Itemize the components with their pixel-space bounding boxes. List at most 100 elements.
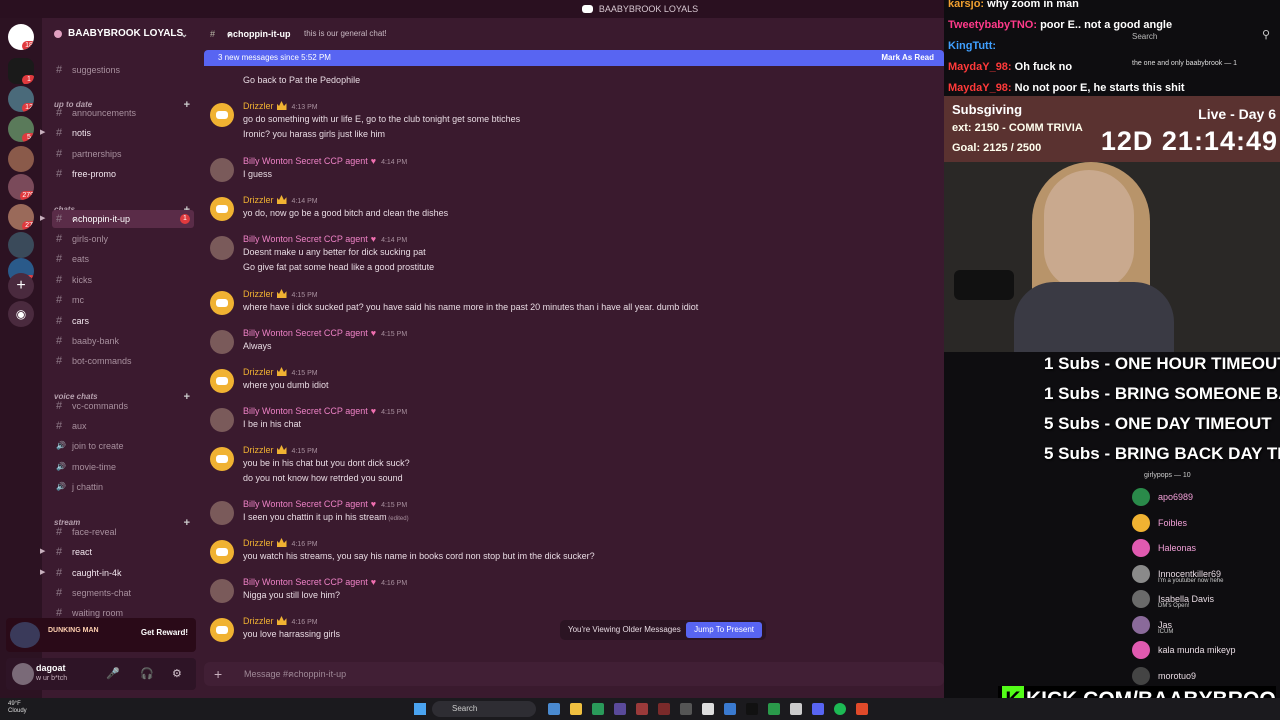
message-author[interactable]: Drizzler 4:13 PM bbox=[243, 101, 318, 111]
taskbar-search[interactable]: Search bbox=[432, 701, 536, 717]
message-author[interactable]: Drizzler 4:15 PM bbox=[243, 445, 318, 455]
app-icon[interactable] bbox=[658, 703, 670, 715]
add-attachment-icon[interactable]: + bbox=[214, 662, 222, 686]
avatar[interactable] bbox=[210, 447, 234, 471]
get-reward-button[interactable]: Get Reward! bbox=[141, 628, 188, 637]
server-icon-baabybrook[interactable]: 1 bbox=[8, 58, 34, 84]
brave-icon[interactable] bbox=[856, 703, 868, 715]
author-name[interactable]: Billy Wonton Secret CCP agent bbox=[243, 577, 368, 587]
message-author[interactable]: Drizzler 4:15 PM bbox=[243, 289, 318, 299]
channel-item[interactable]: # segments-chat bbox=[52, 584, 194, 602]
app-icon[interactable] bbox=[636, 703, 648, 715]
server-icon[interactable]: 12 bbox=[8, 86, 34, 112]
channel-item[interactable]: # react bbox=[52, 543, 194, 561]
message-author[interactable]: Billy Wonton Secret CCP agent ♥ 4:15 PM bbox=[243, 406, 407, 416]
message-author[interactable]: Drizzler 4:15 PM bbox=[243, 367, 318, 377]
channel-item[interactable]: # announcements bbox=[52, 104, 194, 122]
author-name[interactable]: Billy Wonton Secret CCP agent bbox=[243, 328, 368, 338]
channel-item[interactable]: # girls-only bbox=[52, 230, 194, 248]
microphone-icon[interactable]: 🎤 bbox=[106, 667, 120, 680]
new-messages-banner[interactable]: 3 new messages since 5:52 PM Mark As Rea… bbox=[204, 50, 944, 66]
message-author[interactable]: Billy Wonton Secret CCP agent ♥ 4:14 PM bbox=[243, 156, 407, 166]
message-author[interactable]: Billy Wonton Secret CCP agent ♥ 4:15 PM bbox=[243, 499, 407, 509]
channel-item[interactable]: # kicks bbox=[52, 271, 194, 289]
channel-topic[interactable]: this is our general chat! bbox=[304, 22, 387, 46]
file-explorer-icon[interactable] bbox=[570, 703, 582, 715]
avatar[interactable] bbox=[210, 579, 234, 603]
jump-to-present-button[interactable]: Jump To Present bbox=[686, 622, 762, 638]
author-name[interactable]: Billy Wonton Secret CCP agent bbox=[243, 156, 368, 166]
avatar[interactable] bbox=[210, 197, 234, 221]
channel-item[interactable]: 🔊 movie-time bbox=[52, 458, 194, 476]
channel-item[interactable]: # partnerships bbox=[52, 145, 194, 163]
member-item[interactable]: Foibles bbox=[1132, 513, 1187, 532]
app-icon[interactable] bbox=[592, 703, 604, 715]
message-author[interactable]: Billy Wonton Secret CCP agent ♥ 4:14 PM bbox=[243, 234, 407, 244]
settings-icon[interactable] bbox=[702, 703, 714, 715]
members-search[interactable]: Search ⚲ bbox=[1128, 26, 1274, 42]
channel-item[interactable]: # face-reveal bbox=[52, 523, 194, 541]
server-icon[interactable] bbox=[8, 232, 34, 258]
channel-item[interactable]: # cars bbox=[52, 312, 194, 330]
avatar[interactable] bbox=[210, 369, 234, 393]
avatar[interactable] bbox=[210, 618, 234, 642]
avatar[interactable] bbox=[12, 663, 34, 685]
headphones-icon[interactable]: 🎧 bbox=[140, 667, 154, 680]
reward-banner[interactable]: DUNKING MAN Get Reward! bbox=[6, 618, 196, 652]
channel-item[interactable]: # mc bbox=[52, 291, 194, 309]
message-author[interactable]: Drizzler 4:16 PM bbox=[243, 538, 318, 548]
channel-item[interactable]: # ฅchoppin-it-up 1 bbox=[52, 210, 194, 228]
avatar[interactable] bbox=[210, 501, 234, 525]
task-view-icon[interactable] bbox=[548, 703, 560, 715]
add-server-icon[interactable]: + bbox=[8, 273, 34, 299]
message-author[interactable]: Billy Wonton Secret CCP agent ♥ 4:16 PM bbox=[243, 577, 407, 587]
author-name[interactable]: Drizzler bbox=[243, 538, 274, 548]
author-name[interactable]: Drizzler bbox=[243, 101, 274, 111]
channel-item[interactable]: # caught-in-4k bbox=[52, 564, 194, 582]
x-icon[interactable] bbox=[746, 703, 758, 715]
settings-gear-icon[interactable]: ⚙ bbox=[172, 667, 182, 680]
mark-as-read-button[interactable]: Mark As Read bbox=[881, 50, 934, 66]
author-name[interactable]: Drizzler bbox=[243, 616, 274, 626]
app-icon[interactable] bbox=[724, 703, 736, 715]
discover-icon[interactable]: ◉ bbox=[8, 301, 34, 327]
spotify-icon[interactable] bbox=[834, 703, 846, 715]
avatar[interactable] bbox=[210, 103, 234, 127]
server-icon[interactable]: 279 bbox=[8, 174, 34, 200]
avatar[interactable] bbox=[210, 158, 234, 182]
channel-item[interactable]: 🔊 join to create bbox=[52, 437, 194, 455]
avatar[interactable] bbox=[210, 330, 234, 354]
member-item[interactable]: Jas ICUM bbox=[1132, 615, 1173, 635]
avatar[interactable] bbox=[210, 291, 234, 315]
avatar[interactable] bbox=[210, 408, 234, 432]
author-name[interactable]: Billy Wonton Secret CCP agent bbox=[243, 499, 368, 509]
server-icon[interactable]: 5 bbox=[8, 116, 34, 142]
home-server-icon[interactable]: 18 bbox=[8, 24, 34, 50]
channel-item[interactable]: # notis bbox=[52, 124, 194, 142]
app-icon[interactable] bbox=[680, 703, 692, 715]
author-name[interactable]: Drizzler bbox=[243, 289, 274, 299]
channel-item[interactable]: # vc-commands bbox=[52, 397, 194, 415]
channel-item[interactable]: # free-promo bbox=[52, 165, 194, 183]
channel-item[interactable]: 🔊 j chattin bbox=[52, 478, 194, 496]
message-author[interactable]: Drizzler 4:14 PM bbox=[243, 195, 318, 205]
message-author[interactable]: Billy Wonton Secret CCP agent ♥ 4:15 PM bbox=[243, 328, 407, 338]
member-item[interactable]: kala munda mikeyp bbox=[1132, 641, 1236, 659]
member-item[interactable]: Haleonas bbox=[1132, 539, 1196, 557]
author-name[interactable]: Billy Wonton Secret CCP agent bbox=[243, 406, 368, 416]
author-name[interactable]: Drizzler bbox=[243, 445, 274, 455]
member-item[interactable]: Isabella Davis DM's Open! bbox=[1132, 590, 1214, 609]
app-icon[interactable] bbox=[614, 703, 626, 715]
channel-item[interactable]: # aux bbox=[52, 417, 194, 435]
app-icon[interactable] bbox=[768, 703, 780, 715]
app-icon[interactable] bbox=[790, 703, 802, 715]
discord-taskbar-icon[interactable] bbox=[812, 703, 824, 715]
member-item[interactable]: morotuo9 bbox=[1132, 666, 1196, 685]
channel-item[interactable]: # suggestions bbox=[52, 61, 194, 79]
avatar[interactable] bbox=[210, 236, 234, 260]
avatar[interactable] bbox=[210, 540, 234, 564]
windows-start-icon[interactable] bbox=[414, 703, 426, 715]
author-name[interactable]: Billy Wonton Secret CCP agent bbox=[243, 234, 368, 244]
author-name[interactable]: Drizzler bbox=[243, 195, 274, 205]
member-item[interactable]: Innocentkiller69 I'm a youtuber now hehe bbox=[1132, 564, 1224, 584]
